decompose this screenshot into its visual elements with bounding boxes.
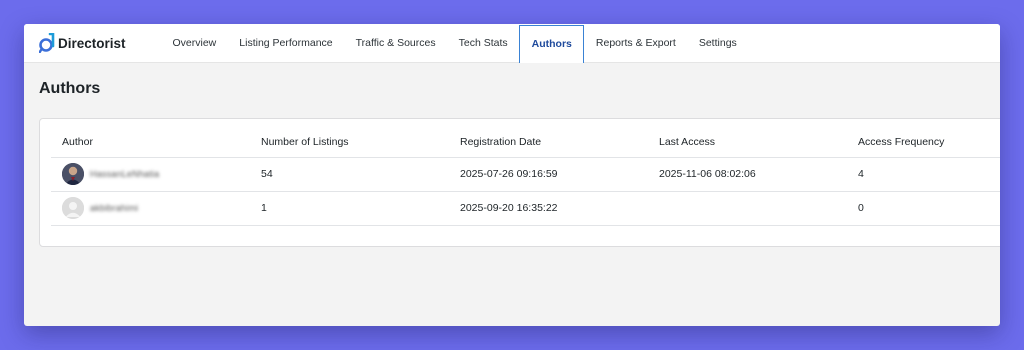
column-header-listings[interactable]: Number of Listings xyxy=(250,127,449,158)
user-photo-avatar xyxy=(62,163,84,185)
main-nav: Overview Listing Performance Traffic & S… xyxy=(161,24,748,63)
column-header-access-frequency[interactable]: Access Frequency xyxy=(847,127,1000,158)
brand[interactable]: Directorist xyxy=(39,33,161,53)
table-row[interactable]: akbibrahimi 1 2025-09-20 16:35:22 0 xyxy=(51,191,1000,226)
column-header-last-access[interactable]: Last Access xyxy=(648,127,847,158)
listings-count: 54 xyxy=(250,157,449,192)
listings-count: 1 xyxy=(250,191,449,226)
last-access xyxy=(648,191,847,226)
access-frequency: 4 xyxy=(847,157,1000,192)
last-access: 2025-11-06 08:02:06 xyxy=(648,157,847,192)
page-title: Authors xyxy=(39,80,101,97)
author-cell: HassanLeNhatia xyxy=(51,157,250,192)
author-name[interactable]: HassanLeNhatia xyxy=(90,169,159,179)
author-cell: akbibrahimi xyxy=(51,191,250,226)
app-window: Directorist Overview Listing Performance… xyxy=(24,24,1000,326)
registration-date: 2025-09-20 16:35:22 xyxy=(449,191,648,226)
tab-reports-export[interactable]: Reports & Export xyxy=(584,24,687,63)
tab-traffic-sources[interactable]: Traffic & Sources xyxy=(344,24,447,63)
directorist-logo-icon xyxy=(39,33,55,53)
tab-authors[interactable]: Authors xyxy=(519,24,585,63)
authors-table-card: Author Number of Listings Registration D… xyxy=(39,118,1000,247)
access-frequency: 0 xyxy=(847,191,1000,226)
tab-settings[interactable]: Settings xyxy=(687,24,748,63)
default-user-avatar xyxy=(62,197,84,219)
column-header-registration-date[interactable]: Registration Date xyxy=(449,127,648,158)
registration-date: 2025-07-26 09:16:59 xyxy=(449,157,648,192)
authors-table: Author Number of Listings Registration D… xyxy=(51,127,1000,226)
table-row[interactable]: HassanLeNhatia 54 2025-07-26 09:16:59 20… xyxy=(51,157,1000,192)
brand-name: Directorist xyxy=(58,35,126,51)
tab-overview[interactable]: Overview xyxy=(161,24,228,63)
column-header-author[interactable]: Author xyxy=(51,127,250,158)
tab-listing-performance[interactable]: Listing Performance xyxy=(228,24,344,63)
table-header-row: Author Number of Listings Registration D… xyxy=(51,127,1000,158)
author-name[interactable]: akbibrahimi xyxy=(90,203,138,213)
top-navigation-bar: Directorist Overview Listing Performance… xyxy=(24,24,1000,63)
tab-tech-stats[interactable]: Tech Stats xyxy=(447,24,519,63)
